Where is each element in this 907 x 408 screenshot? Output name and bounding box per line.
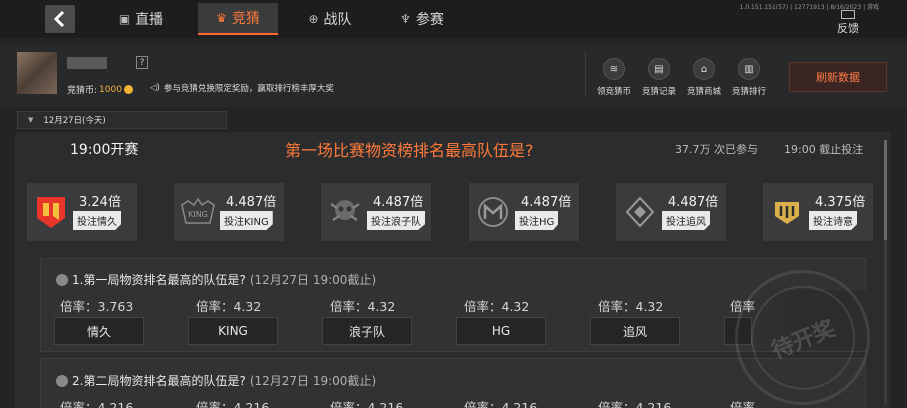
option-button-king[interactable]: KING — [188, 317, 278, 345]
option-button-qingjiu[interactable]: 情久 — [54, 317, 144, 345]
option-odds: 倍率：4.216 — [60, 400, 134, 408]
feedback-button[interactable]: 反馈 — [836, 10, 860, 36]
option-button-langzi[interactable]: 浪子队 — [322, 317, 412, 345]
claim-coins-button[interactable]: ≋ 领竞猜币 — [592, 58, 636, 97]
bet-button-shiyi[interactable]: 投注诗意 — [809, 211, 857, 230]
username-redacted — [67, 57, 107, 69]
divider — [585, 52, 586, 97]
option-odds: 倍率：4.32 — [598, 299, 664, 314]
bet-button-hg[interactable]: 投注HG — [515, 211, 559, 230]
reward-notice: ◁) 参与竞猜兑换限定奖励，赢取排行榜丰厚大奖 — [150, 83, 334, 94]
bet-button-king[interactable]: 投注KING — [220, 211, 273, 230]
scrollbar-thumb[interactable] — [884, 140, 887, 240]
coin-balance: 竞猜币: 1000 — [67, 83, 133, 96]
match-time: 19:00开赛 — [70, 142, 139, 158]
option-odds: 倍率：4.32 — [464, 299, 530, 314]
feedback-icon — [841, 10, 855, 19]
chevron-left-icon — [53, 11, 65, 27]
tab-guess[interactable]: ♛ 竞猜 — [198, 3, 278, 35]
team-logo-hg — [475, 193, 511, 231]
globe-icon — [56, 273, 68, 286]
live-tv-icon: ▣ — [118, 12, 131, 26]
trophy-icon: ♆ — [400, 12, 411, 26]
team-logo-king: KING — [180, 193, 216, 231]
guess-shop-button[interactable]: ⌂ 竞猜商城 — [682, 58, 726, 97]
team-card-zhuifeng: 4.487倍 投注追风 — [616, 183, 726, 241]
team-logo-langzi — [327, 193, 363, 231]
date-selector[interactable]: ▼ 12月27日(今天) — [17, 111, 227, 129]
speaker-icon: ◁) — [150, 83, 160, 93]
team-card-king: KING 4.487倍 投注KING — [174, 183, 284, 241]
document-icon: ▤ — [648, 58, 670, 80]
globe-icon — [56, 374, 68, 387]
bet-button-langzi[interactable]: 投注浪子队 — [367, 211, 425, 230]
option-odds: 倍率：3.763 — [60, 299, 134, 314]
option-odds: 倍率 — [730, 400, 756, 408]
team-card-shiyi: 4.375倍 投注诗意 — [763, 183, 873, 241]
shop-icon: ⌂ — [693, 58, 715, 80]
bet-button-zhuifeng[interactable]: 投注追风 — [662, 211, 710, 230]
coin-icon — [123, 85, 133, 94]
guess-rank-button[interactable]: ▥ 竞猜排行 — [727, 58, 771, 97]
option-odds: 倍率：4.216 — [464, 400, 538, 408]
team-logo-shiyi — [769, 193, 805, 231]
option-odds: 倍率：4.216 — [598, 400, 672, 408]
refresh-data-button[interactable]: 刷新数据 — [789, 62, 887, 92]
guess-record-button[interactable]: ▤ 竞猜记录 — [637, 58, 681, 97]
team-logo-zhuifeng — [622, 193, 658, 231]
help-icon[interactable]: ? — [136, 56, 148, 69]
svg-text:KING: KING — [188, 210, 208, 219]
option-odds: 倍率：4.216 — [196, 400, 270, 408]
bet-deadline: 19:00 截止投注 — [784, 143, 864, 156]
back-button[interactable] — [45, 5, 75, 33]
option-button-hg[interactable]: HG — [456, 317, 546, 345]
tab-compete[interactable]: ♆ 参赛 — [382, 3, 462, 35]
option-button-zhuifeng[interactable]: 追风 — [590, 317, 680, 345]
tab-team[interactable]: ⊕ 战队 — [290, 3, 370, 35]
guess-icon: ♛ — [216, 11, 227, 25]
coin-stack-icon: ≋ — [603, 58, 625, 80]
participant-count: 37.7万 次已参与 — [675, 143, 758, 156]
tab-live[interactable]: ▣ 直播 — [96, 3, 186, 35]
dropdown-arrow-icon: ▼ — [28, 116, 34, 124]
option-odds: 倍率：4.32 — [196, 299, 262, 314]
bar-chart-icon: ▥ — [738, 58, 760, 80]
sub-question-1-title: 1.第一局物资排名最高的队伍是? (12月27日 19:00截止) — [56, 271, 376, 288]
option-odds: 倍率：4.216 — [330, 400, 404, 408]
team-logo-qingjiu — [33, 193, 69, 231]
crosshair-icon: ⊕ — [308, 12, 319, 26]
option-odds: 倍率：4.32 — [330, 299, 396, 314]
bet-button-qingjiu[interactable]: 投注情久 — [73, 211, 121, 230]
avatar[interactable] — [17, 52, 57, 94]
sub-question-2-title: 2.第二局物资排名最高的队伍是? (12月27日 19:00截止) — [56, 372, 376, 389]
team-card-langzi: 4.487倍 投注浪子队 — [321, 183, 431, 241]
team-card-qingjiu: 3.24倍 投注情久 — [27, 183, 137, 241]
team-card-hg: 4.487倍 投注HG — [469, 183, 579, 241]
question-title: 第一场比赛物资榜排名最高队伍是? — [285, 141, 534, 160]
